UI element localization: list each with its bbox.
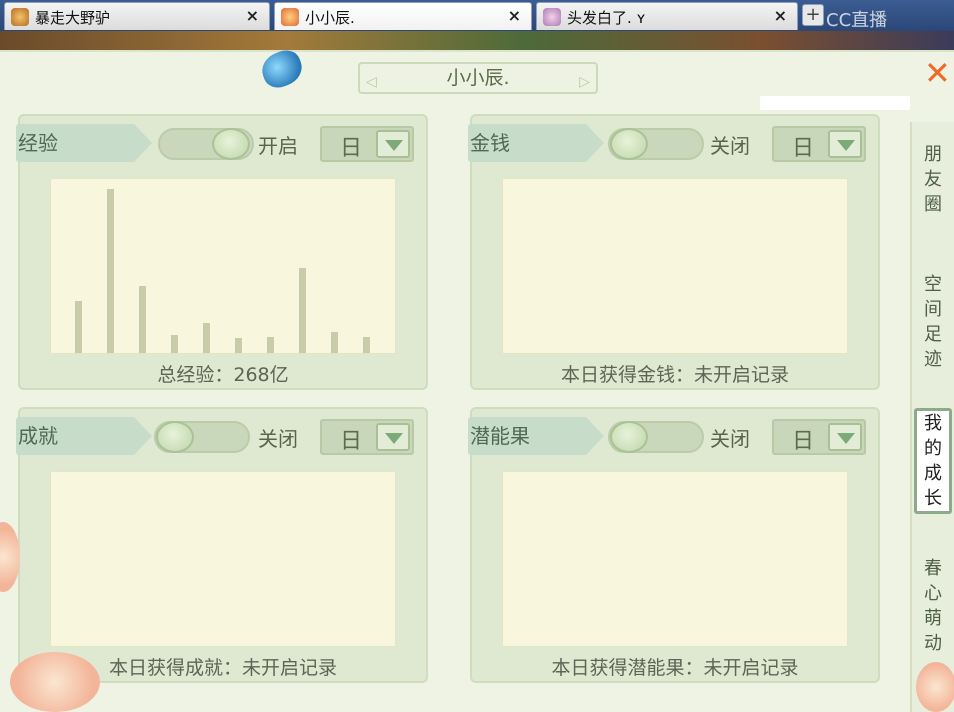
experience-bar bbox=[299, 268, 306, 353]
toggle-knob bbox=[610, 128, 648, 160]
experience-bar bbox=[235, 338, 242, 353]
tab-label: 小小辰. bbox=[305, 9, 355, 27]
potential-fruit-card: 潜能果 关闭 日 本日获得潜能果：未开启记录 bbox=[468, 407, 880, 683]
card-tag: 金钱 bbox=[468, 124, 604, 162]
experience-bar bbox=[363, 337, 370, 353]
experience-bar bbox=[203, 323, 210, 353]
ornament-icon: ▷ bbox=[579, 74, 590, 90]
period-value: 日 bbox=[340, 136, 363, 161]
panel-title-text: 小小辰. bbox=[446, 67, 510, 89]
experience-bar-chart bbox=[50, 178, 396, 354]
period-select[interactable]: 日 bbox=[320, 419, 414, 455]
chevron-down-icon[interactable] bbox=[828, 130, 862, 158]
money-toggle[interactable] bbox=[608, 128, 704, 160]
money-chart-area bbox=[502, 178, 848, 354]
avatar-icon bbox=[281, 8, 299, 26]
experience-bar bbox=[331, 332, 338, 353]
experience-bar bbox=[107, 189, 114, 353]
potential-fruit-toggle[interactable] bbox=[608, 421, 704, 453]
experience-bar bbox=[139, 286, 146, 353]
card-caption: 本日获得潜能果：未开启记录 bbox=[551, 657, 799, 679]
chevron-down-icon[interactable] bbox=[376, 130, 410, 158]
toggle-label: 关闭 bbox=[710, 427, 750, 451]
card-tag: 成就 bbox=[16, 417, 152, 455]
tab-label: 头发白了. ʏ bbox=[567, 9, 646, 27]
period-select[interactable]: 日 bbox=[320, 126, 414, 162]
browser-tab-2[interactable]: 小小辰. × bbox=[274, 2, 532, 30]
experience-toggle[interactable] bbox=[158, 128, 254, 160]
growth-panel: ◁ 小小辰. ▷ ✕ 经验 开启 日 总经验：268亿 金钱 关闭 日 本日获得… bbox=[0, 46, 954, 712]
toggle-label: 关闭 bbox=[710, 134, 750, 158]
chevron-down-icon[interactable] bbox=[376, 423, 410, 451]
donkey-avatar-icon bbox=[11, 8, 29, 26]
browser-tab-1[interactable]: 暴走大野驴 × bbox=[4, 2, 270, 30]
card-tag: 经验 bbox=[16, 124, 152, 162]
period-select[interactable]: 日 bbox=[772, 126, 866, 162]
close-icon[interactable]: ✕ bbox=[924, 56, 951, 90]
close-tab-icon[interactable]: × bbox=[246, 6, 259, 25]
card-caption: 总经验：268亿 bbox=[157, 364, 289, 386]
card-tag: 潜能果 bbox=[468, 417, 604, 455]
browser-tab-3[interactable]: 头发白了. ʏ × bbox=[536, 2, 798, 30]
sidebar-item-friends-circle[interactable]: 朋友圈 bbox=[918, 142, 948, 217]
toggle-knob bbox=[156, 421, 194, 453]
watermark: CC直播 bbox=[826, 10, 888, 31]
potential-fruit-chart-area bbox=[502, 471, 848, 647]
sidebar-item-my-growth[interactable]: 我的成长 bbox=[914, 408, 952, 514]
period-select[interactable]: 日 bbox=[772, 419, 866, 455]
panel-title: ◁ 小小辰. ▷ bbox=[358, 62, 598, 94]
toggle-label: 开启 bbox=[258, 134, 298, 158]
lotus-decoration-icon bbox=[10, 652, 100, 712]
toggle-label: 关闭 bbox=[258, 427, 298, 451]
close-tab-icon[interactable]: × bbox=[508, 6, 521, 25]
avatar-icon bbox=[543, 8, 561, 26]
ornament-icon: ◁ bbox=[366, 74, 377, 90]
lotus-decoration-icon bbox=[916, 662, 954, 712]
new-tab-button[interactable]: + bbox=[802, 4, 824, 26]
experience-bar bbox=[267, 337, 274, 353]
achievement-toggle[interactable] bbox=[154, 421, 250, 453]
period-value: 日 bbox=[792, 136, 815, 161]
experience-bar bbox=[75, 301, 82, 353]
period-value: 日 bbox=[340, 429, 363, 454]
sidebar-item-spring-heart[interactable]: 春心萌动 bbox=[918, 556, 948, 656]
experience-card: 经验 开启 日 总经验：268亿 bbox=[16, 114, 428, 390]
gem-ornament-icon bbox=[257, 46, 307, 92]
toggle-knob bbox=[610, 421, 648, 453]
experience-bar bbox=[171, 335, 178, 353]
sidebar-item-space-footprints[interactable]: 空间足迹 bbox=[918, 272, 948, 372]
toggle-knob bbox=[212, 128, 250, 160]
money-card: 金钱 关闭 日 本日获得金钱：未开启记录 bbox=[468, 114, 880, 390]
card-caption: 本日获得金钱：未开启记录 bbox=[560, 364, 789, 386]
browser-tab-bar: 暴走大野驴 × 小小辰. × 头发白了. ʏ × + CC直播 bbox=[0, 0, 954, 31]
chevron-down-icon[interactable] bbox=[828, 423, 862, 451]
achievement-card: 成就 关闭 日 本日获得成就：未开启记录 bbox=[16, 407, 428, 683]
tab-label: 暴走大野驴 bbox=[35, 9, 111, 27]
lotus-decoration-icon bbox=[0, 522, 20, 592]
period-value: 日 bbox=[792, 429, 815, 454]
close-tab-icon[interactable]: × bbox=[774, 6, 787, 25]
achievement-chart-area bbox=[50, 471, 396, 647]
right-sidebar: 朋友圈 空间足迹 我的成长 春心萌动 bbox=[910, 122, 954, 712]
divider bbox=[760, 96, 910, 110]
